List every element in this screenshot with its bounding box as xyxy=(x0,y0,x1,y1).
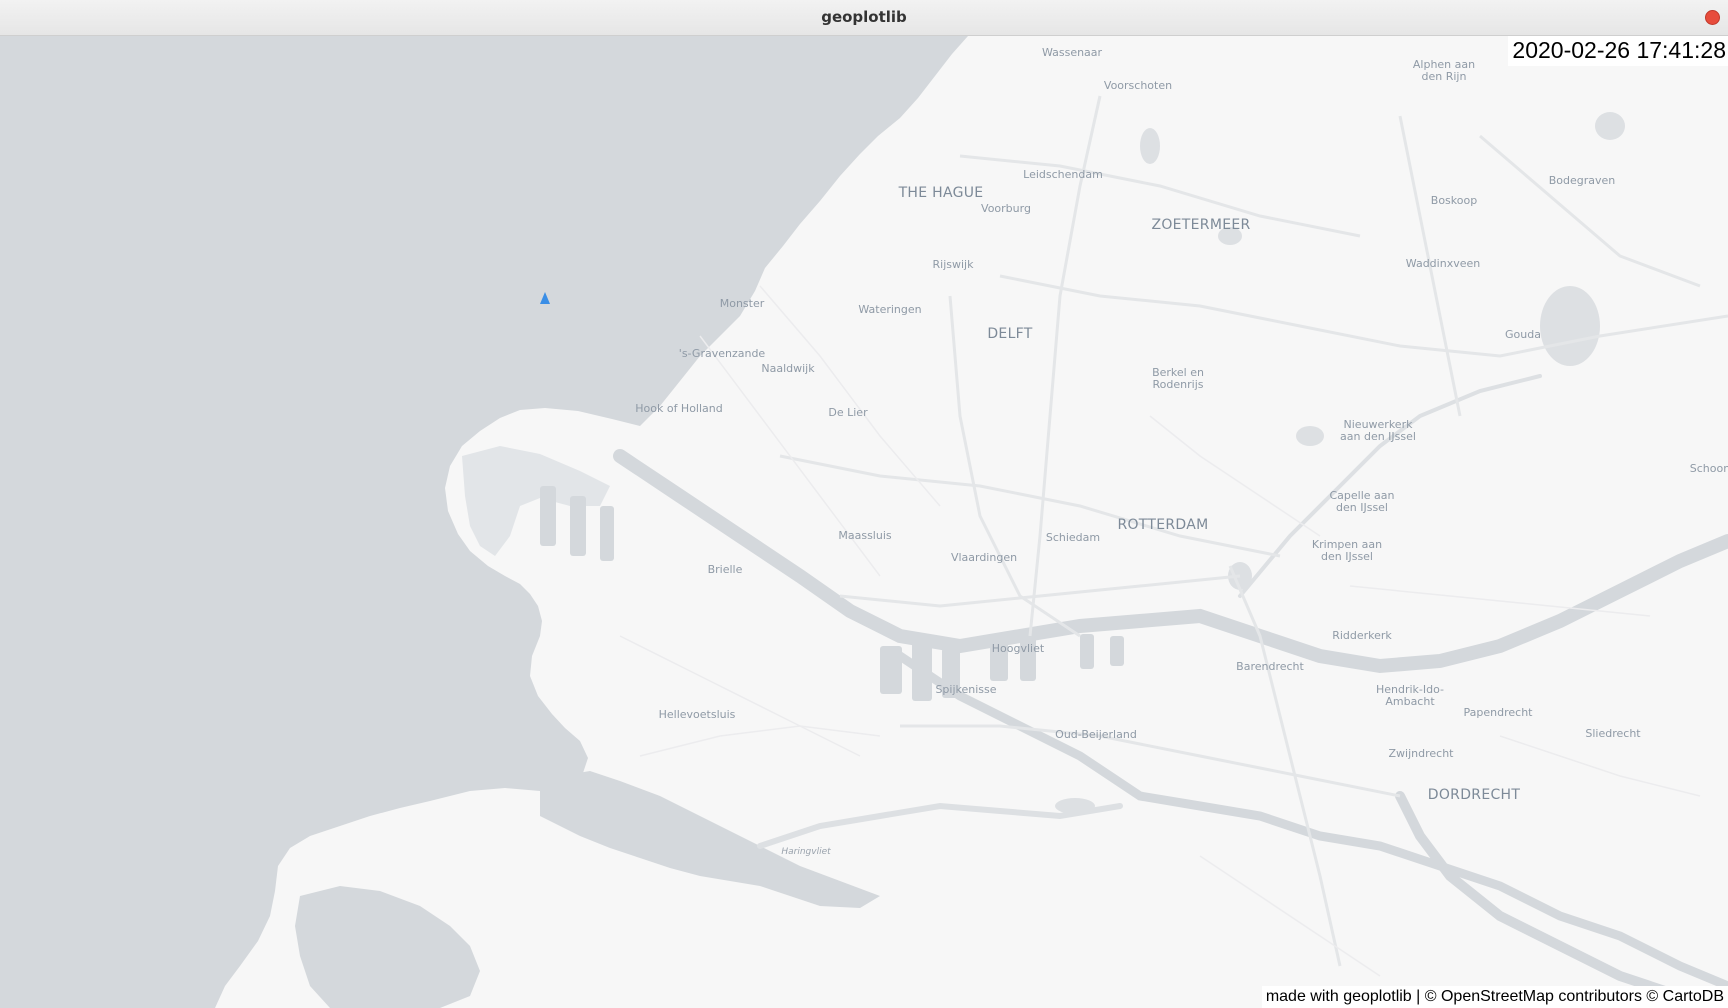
label-leidschendam: Leidschendam xyxy=(1023,168,1103,181)
label-barendrecht: Barendrecht xyxy=(1236,660,1304,673)
label-rijswijk: Rijswijk xyxy=(933,258,975,271)
label-waddinxveen: Waddinxveen xyxy=(1406,257,1480,270)
label-naaldwijk: Naaldwijk xyxy=(761,362,815,375)
window-title: geoplotlib xyxy=(821,8,907,26)
label-voorburg: Voorburg xyxy=(981,202,1031,215)
label-hendrik-line-2: Ambacht xyxy=(1385,695,1435,708)
map-canvas[interactable]: Wassenaar Voorschoten Alphen aan den Rij… xyxy=(0,36,1728,1008)
label-voorschoten: Voorschoten xyxy=(1104,79,1172,92)
label-wateringen: Wateringen xyxy=(858,303,921,316)
label-vlaardingen: Vlaardingen xyxy=(951,551,1017,564)
label-sliedrecht: Sliedrecht xyxy=(1585,727,1641,740)
label-krimpen-line-2: den IJssel xyxy=(1321,550,1373,563)
attribution-text: made with geoplotlib | © OpenStreetMap c… xyxy=(1261,986,1728,1008)
label-hoogvliet: Hoogvliet xyxy=(992,642,1045,655)
label-oud-beijerland: Oud-Beijerland xyxy=(1055,728,1137,741)
label-papendrecht: Papendrecht xyxy=(1464,706,1534,719)
label-berkel-line-2: Rodenrijs xyxy=(1153,378,1204,391)
label-dordrecht: DORDRECHT xyxy=(1428,787,1521,803)
label-schoon: Schoon xyxy=(1690,462,1728,475)
label-gravenzande: 's-Gravenzande xyxy=(679,347,766,360)
label-alphen-line-2: den Rijn xyxy=(1422,70,1467,83)
label-hook-of-holland: Hook of Holland xyxy=(635,402,723,415)
timestamp-overlay: 2020-02-26 17:41:28 xyxy=(1508,36,1728,66)
label-bodegraven: Bodegraven xyxy=(1549,174,1616,187)
label-de-lier: De Lier xyxy=(828,406,868,419)
label-wassenaar: Wassenaar xyxy=(1042,46,1103,59)
label-brielle: Brielle xyxy=(708,563,743,576)
label-delft: DELFT xyxy=(987,326,1032,342)
label-hellevoetsluis: Hellevoetsluis xyxy=(659,708,736,721)
close-window-icon[interactable] xyxy=(1705,10,1720,25)
label-haringvliet: Haringvliet xyxy=(781,847,831,857)
label-rotterdam: ROTTERDAM xyxy=(1117,517,1208,533)
window-titlebar: geoplotlib xyxy=(0,0,1728,36)
label-zwijndrecht: Zwijndrecht xyxy=(1389,747,1455,760)
label-schiedam: Schiedam xyxy=(1046,531,1100,544)
label-nieuwerkerk-line-2: aan den IJssel xyxy=(1340,430,1416,443)
label-spijkenisse: Spijkenisse xyxy=(935,683,996,696)
label-monster: Monster xyxy=(720,297,765,310)
label-maassluis: Maassluis xyxy=(838,529,892,542)
label-gouda: Gouda xyxy=(1505,328,1541,341)
label-the-hague: THE HAGUE xyxy=(898,185,984,201)
label-capelle-line-2: den IJssel xyxy=(1336,501,1388,514)
map-view[interactable]: Wassenaar Voorschoten Alphen aan den Rij… xyxy=(0,36,1728,1008)
label-zoetermeer: ZOETERMEER xyxy=(1151,217,1250,233)
label-boskoop: Boskoop xyxy=(1431,194,1477,207)
label-ridderkerk: Ridderkerk xyxy=(1332,629,1392,642)
